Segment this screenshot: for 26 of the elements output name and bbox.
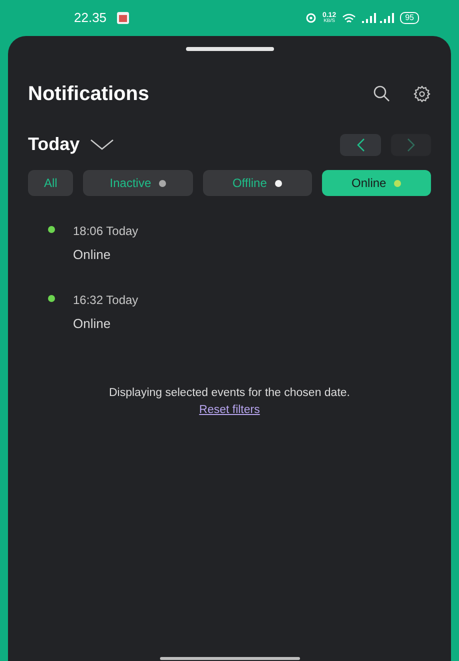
info-message: Displaying selected events for the chosen date. [108,386,350,401]
date-label[interactable]: Today [28,131,80,158]
settings-icon[interactable] [413,85,431,103]
filter-chip[interactable]: Inactive [83,170,193,196]
previous-date-button[interactable] [340,134,381,156]
signal-icon [380,13,394,23]
chevron-down-icon[interactable] [90,138,114,150]
status-time: 22.35 [74,9,107,28]
app-notification-icon [116,12,129,24]
chevron-left-icon [356,138,364,152]
drag-handle[interactable] [186,47,274,51]
event-time: 18:06 Today [73,223,138,240]
filter-chip[interactable]: All [28,170,74,196]
event-status: Online [73,246,112,264]
page-title: Notifications [28,82,150,107]
filter-chip[interactable]: Offline [202,170,312,196]
event-status: Online [73,314,112,332]
reset-filters-link[interactable]: Reset filters [199,402,260,420]
signal-icon [362,13,376,23]
search-icon[interactable] [373,85,391,103]
location-icon [306,12,316,24]
filter-chip[interactable]: Online [322,170,431,196]
wifi-icon [342,12,356,24]
battery-indicator: 95 [400,12,419,24]
event-time: 16:32 Today [73,292,138,308]
chevron-right-icon [407,138,415,152]
